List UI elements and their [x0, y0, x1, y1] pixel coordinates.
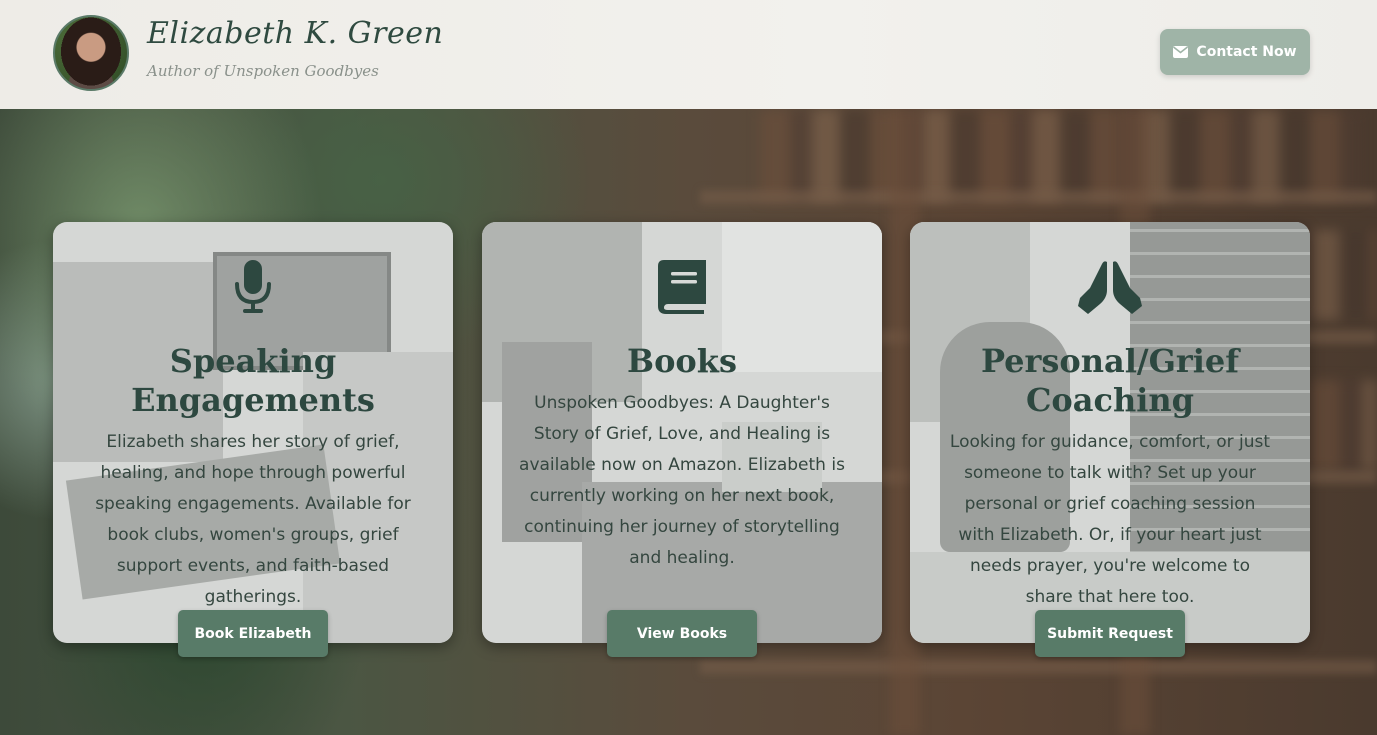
site-header: Elizabeth K. Green Author of Unspoken Go…	[0, 0, 1377, 109]
site-tagline: Author of Unspoken Goodbyes	[147, 62, 379, 80]
view-books-button[interactable]: View Books	[607, 610, 757, 657]
books-description: Unspoken Goodbyes: A Daughter's Story of…	[519, 393, 845, 568]
contact-now-button[interactable]: Contact Now	[1160, 29, 1310, 75]
coaching-description: Looking for guidance, comfort, or just s…	[949, 432, 1271, 607]
submit-request-button[interactable]: Submit Request	[1035, 610, 1185, 657]
book-elizabeth-button[interactable]: Book Elizabeth	[178, 610, 328, 657]
contact-now-label: Contact Now	[1196, 44, 1297, 60]
book-icon	[658, 260, 706, 314]
speaking-card: Speaking Engagements Elizabeth shares he…	[53, 222, 453, 657]
speaking-description: Elizabeth shares her story of grief, hea…	[95, 432, 411, 607]
site-name[interactable]: Elizabeth K. Green	[147, 16, 443, 51]
speaking-title: Speaking Engagements	[131, 342, 375, 419]
coaching-card: Personal/Grief Coaching Looking for guid…	[910, 222, 1310, 657]
author-avatar	[53, 15, 129, 91]
books-title: Books	[627, 342, 737, 380]
microphone-icon	[235, 260, 271, 313]
praying-hands-icon	[1078, 261, 1142, 314]
books-card: Books Unspoken Goodbyes: A Daughter's St…	[482, 222, 882, 657]
envelope-icon	[1173, 46, 1189, 58]
coaching-title: Personal/Grief Coaching	[980, 342, 1240, 419]
